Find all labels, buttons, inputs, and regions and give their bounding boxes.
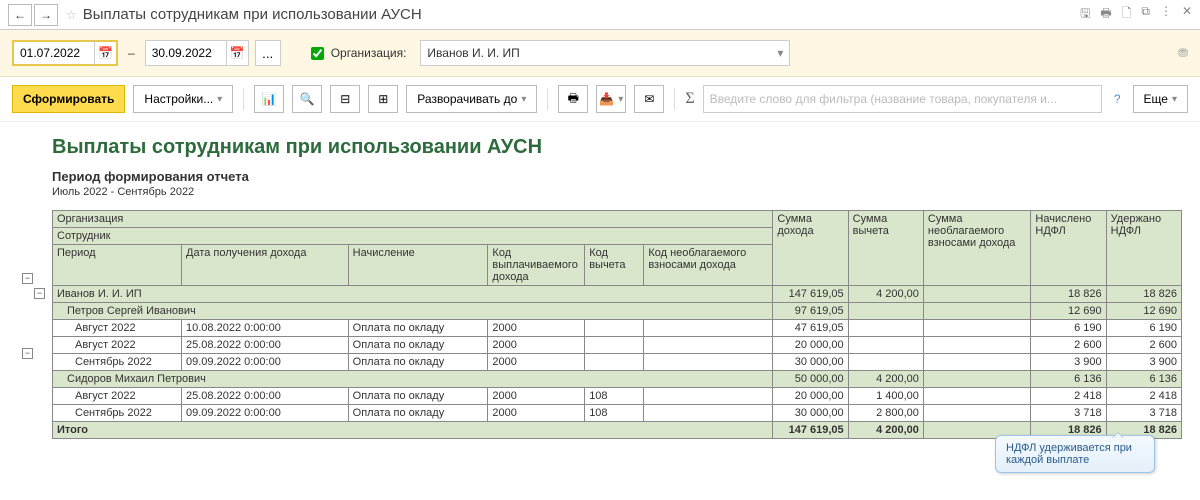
report-table: Организация Сумма дохода Сумма вычета Су… [52,210,1182,439]
close-icon[interactable]: ✕ [1182,4,1192,25]
filter-search[interactable] [703,85,1102,113]
table-row: Сентябрь 2022 09.09.2022 0:00:00 Оплата … [53,354,1182,371]
date-from-input[interactable]: 📅 [12,40,118,66]
filter-search-input[interactable] [704,88,1101,110]
expand-to-button[interactable]: Разворачивать до [406,85,537,113]
org-filter-label: Организация: [331,46,407,60]
row-org: Иванов И. И. ИП 147 619,05 4 200,00 18 8… [53,286,1182,303]
hdr-sum-nontax: Сумма необлагаемого взносами дохода [923,211,1031,286]
nav-forward-button[interactable]: → [34,4,58,26]
date-to-input[interactable]: 📅 [145,40,249,66]
report-title: Выплаты сотрудникам при использовании АУ… [52,136,1182,159]
chart-view-button[interactable]: 📊 [254,85,284,113]
hdr-sum-income: Сумма дохода [773,211,848,286]
dropdown-icon[interactable]: ▾ [777,46,783,60]
page-title: Выплаты сотрудникам при использовании АУ… [83,6,422,23]
table-row: Сентябрь 2022 09.09.2022 0:00:00 Оплата … [53,405,1182,422]
hdr-code-nontax: Код необлагаемого взносами дохода [644,245,773,286]
hdr-emp: Сотрудник [53,228,773,245]
nav-back-button[interactable]: ← [8,4,32,26]
calendar-icon[interactable]: 📅 [94,41,116,65]
date-from-field[interactable] [14,42,94,64]
calendar-icon[interactable]: 📅 [226,41,248,65]
hdr-ndfl-with: Удержано НДФЛ [1106,211,1181,286]
collapse-button[interactable]: ⊟ [330,85,360,113]
more-button[interactable]: Еще [1133,85,1188,113]
generate-button[interactable]: Сформировать [12,85,125,113]
hdr-ndfl-acc: Начислено НДФЛ [1031,211,1106,286]
print-icon[interactable]: 🖶 [1100,4,1111,25]
preview-icon[interactable]: 🗋 [1122,4,1132,25]
table-row: Август 2022 10.08.2022 0:00:00 Оплата по… [53,320,1182,337]
expand-button[interactable]: ⊞ [368,85,398,113]
save-as-button[interactable]: 📥 [596,85,626,113]
hdr-date-income: Дата получения дохода [182,245,349,286]
report-subtitle: Период формирования отчета [52,169,1182,184]
org-select-value: Иванов И. И. ИП [427,46,519,60]
search-button[interactable]: 🔍 [292,85,322,113]
save-icon[interactable]: 🖫 [1080,4,1090,25]
tree-toggle-emp1[interactable]: − [34,288,45,299]
tree-toggle-org[interactable]: − [22,273,33,284]
report-area: Выплаты сотрудникам при использовании АУ… [0,122,1200,459]
link-icon[interactable]: ⧉ [1141,4,1150,25]
toolbar: Сформировать Настройки... 📊 🔍 ⊟ ⊞ Развор… [0,77,1200,122]
period-picker-button[interactable]: ... [255,40,281,66]
hdr-code-paid: Код выплачиваемого дохода [488,245,585,286]
row-emp1: Петров Сергей Иванович 97 619,05 12 690 … [53,303,1182,320]
hdr-accrual: Начисление [348,245,488,286]
hdr-sum-ded: Сумма вычета [848,211,923,286]
help-icon[interactable]: ? [1110,92,1125,106]
favorite-star-icon[interactable]: ☆ [66,8,77,22]
hdr-period: Период [53,245,182,286]
title-bar: ← → ☆ Выплаты сотрудникам при использова… [0,0,1200,30]
table-row: Август 2022 25.08.2022 0:00:00 Оплата по… [53,388,1182,405]
date-to-field[interactable] [146,42,226,64]
settings-button[interactable]: Настройки... [133,85,233,113]
filter-bar: 📅 – 📅 ... Организация: Иванов И. И. ИП ▾… [0,30,1200,77]
more-icon[interactable]: ⋮ [1160,4,1172,25]
filter-funnel-icon[interactable]: ⛃ [1178,46,1188,60]
org-filter-checkbox[interactable] [311,47,324,60]
email-button[interactable]: ✉ [634,85,664,113]
date-range-dash: – [128,46,135,60]
row-emp2: Сидоров Михаил Петрович 50 000,00 4 200,… [53,371,1182,388]
callout-tooltip: НДФЛ удерживается при каждой выплате [995,435,1155,473]
hdr-code-ded: Код вычета [585,245,644,286]
hdr-org: Организация [53,211,773,228]
tree-toggle-emp2[interactable]: − [22,348,33,359]
table-row: Август 2022 25.08.2022 0:00:00 Оплата по… [53,337,1182,354]
report-period: Июль 2022 - Сентябрь 2022 [52,186,1182,198]
sum-icon[interactable]: Σ [685,90,694,108]
print-button[interactable]: 🖶 [558,85,588,113]
org-select[interactable]: Иванов И. И. ИП ▾ [420,40,790,66]
